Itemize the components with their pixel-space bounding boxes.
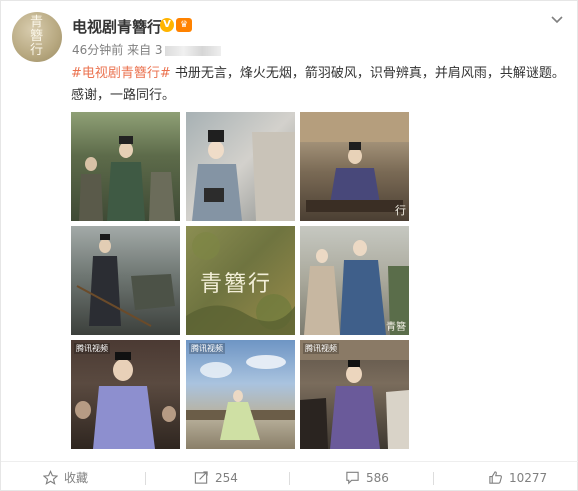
image-thumb-9[interactable]: 腾讯视频 [300, 340, 409, 449]
image-thumb-3[interactable]: 行 [300, 112, 409, 221]
repost-button[interactable]: 254 [194, 462, 238, 491]
thumbs-up-icon [489, 471, 502, 484]
image-thumb-1[interactable] [71, 112, 180, 221]
action-toolbar: 收藏 254 586 10277 [1, 461, 578, 491]
post-source: 来自 3 [127, 43, 163, 57]
video-watermark: 腾讯视频 [303, 343, 339, 354]
verified-icon: V [160, 18, 174, 32]
comment-icon [346, 471, 359, 485]
divider [433, 472, 434, 485]
like-count: 10277 [509, 470, 548, 485]
blurred-source [164, 45, 221, 56]
divider [145, 472, 146, 485]
favorite-button[interactable]: 收藏 [43, 462, 88, 491]
image-thumb-8[interactable]: 腾讯视频 [186, 340, 295, 449]
scene-art [75, 352, 176, 449]
hashtag-link[interactable]: #电视剧青簪行# [71, 66, 171, 81]
comment-button[interactable]: 586 [345, 462, 389, 491]
vip-crown-icon[interactable]: ♛ [176, 18, 192, 32]
image-thumb-2[interactable] [186, 112, 295, 221]
scene-art [300, 112, 409, 212]
title-art-text: 青簪行 [200, 272, 273, 297]
image-thumb-5[interactable]: 青簪行 [186, 226, 295, 335]
repost-count: 254 [215, 470, 238, 485]
post-content: #电视剧青簪行# 书册无言，烽火无烟，箭羽破风，识骨辨真，并肩风雨，共解谜题。感… [71, 63, 571, 107]
video-watermark: 腾讯视频 [189, 343, 225, 354]
post-meta: 46分钟前 来自 3 [72, 41, 221, 58]
divider [289, 472, 290, 485]
avatar-logo-text: 青簪行 [29, 15, 44, 58]
scene-art [186, 355, 295, 440]
favorite-label: 收藏 [64, 471, 89, 485]
comment-count: 586 [366, 470, 389, 485]
scene-art [79, 136, 175, 221]
image-overlay-text: 青簪 [386, 322, 406, 333]
scene-art [192, 130, 295, 221]
image-thumb-4[interactable] [71, 226, 180, 335]
image-thumb-6[interactable]: 青簪 [300, 226, 409, 335]
star-icon [43, 470, 58, 485]
weibo-post-card: 青簪行 电视剧青簪行 V ♛ 46分钟前 来自 3 #电视剧青簪行# 书册无言，… [0, 0, 578, 491]
repost-icon [194, 471, 208, 484]
chevron-down-icon[interactable] [549, 11, 565, 27]
scene-art [300, 340, 409, 449]
scene-art [76, 234, 175, 327]
avatar[interactable]: 青簪行 [12, 12, 62, 62]
video-watermark: 腾讯视频 [74, 343, 110, 354]
like-button[interactable]: 10277 [488, 462, 547, 491]
post-time[interactable]: 46分钟前 [72, 43, 123, 57]
image-overlay-text: 行 [395, 204, 406, 217]
image-thumb-7[interactable]: 腾讯视频 [71, 340, 180, 449]
username[interactable]: 电视剧青簪行 [72, 16, 162, 37]
